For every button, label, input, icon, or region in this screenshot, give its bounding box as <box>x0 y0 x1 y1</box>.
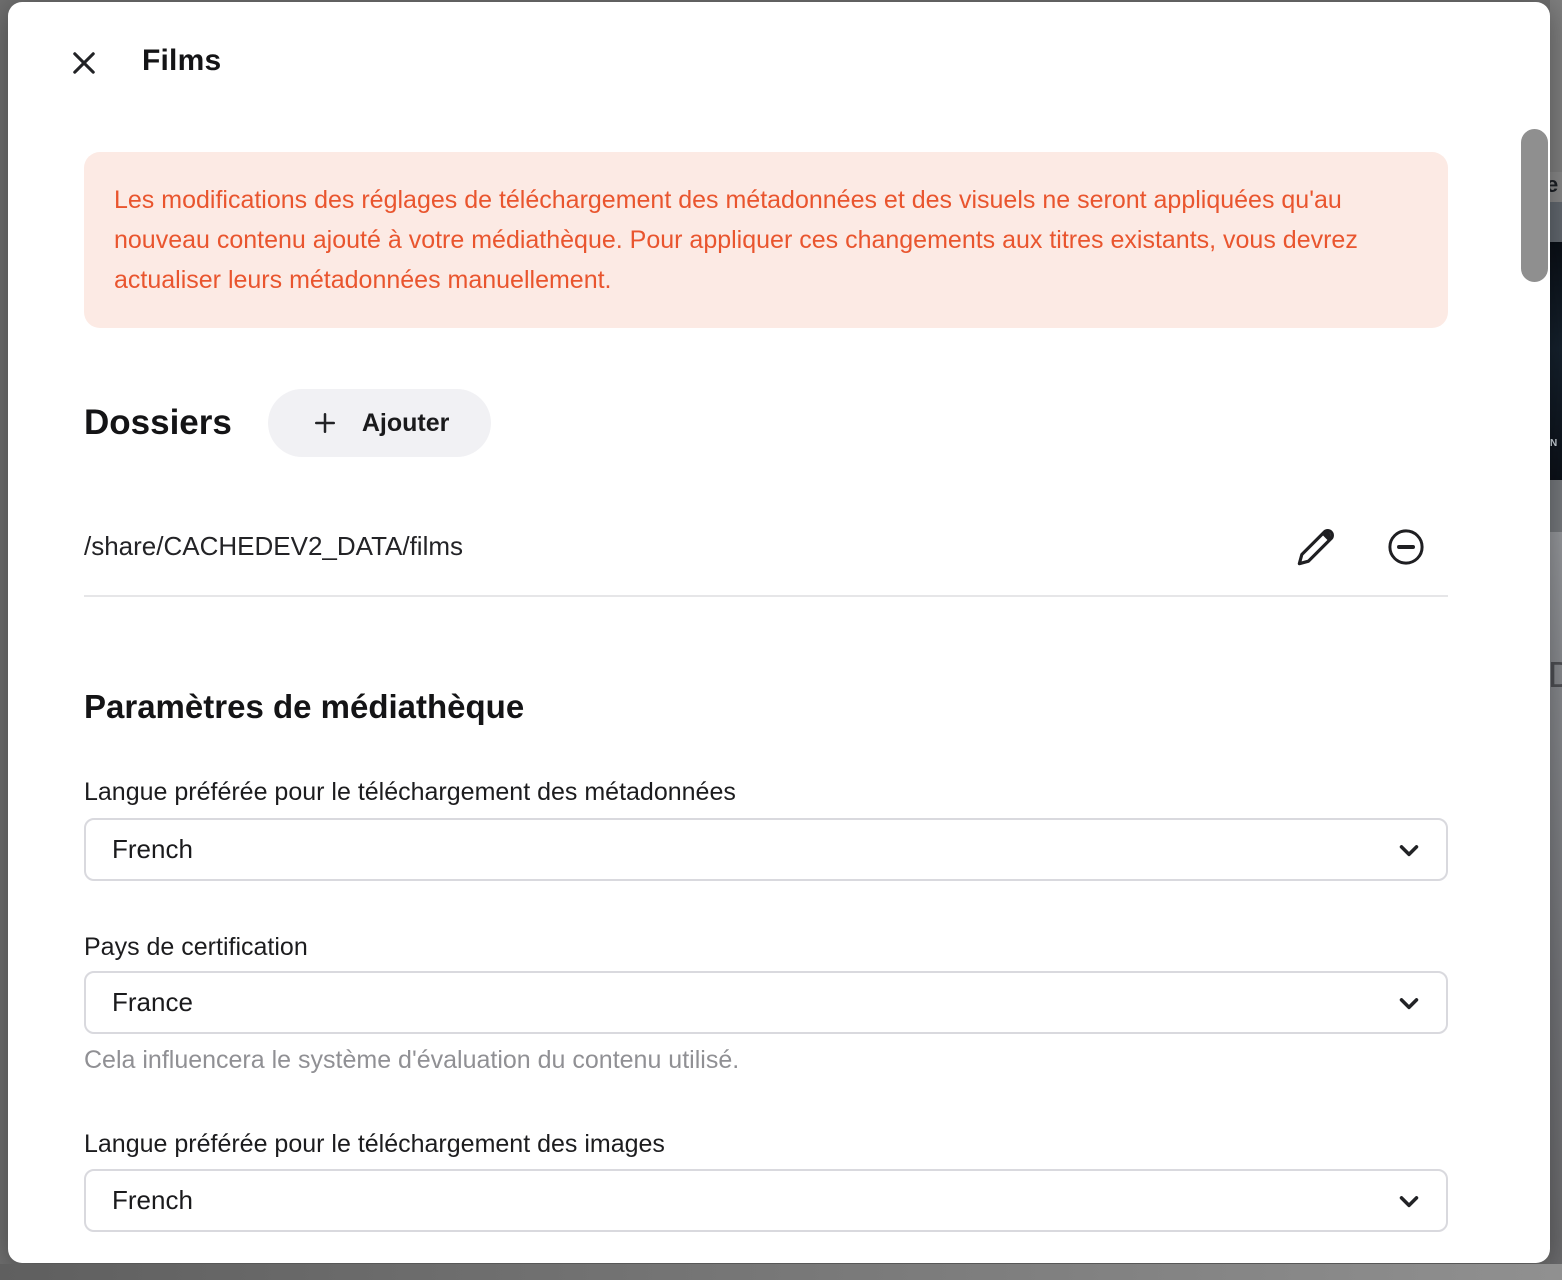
folder-path: /share/CACHEDEV2_DATA/films <box>84 531 463 562</box>
background-bottom-bar <box>0 1264 1562 1280</box>
add-folder-label: Ajouter <box>362 409 450 438</box>
chevron-down-icon <box>1394 835 1424 865</box>
background-page-fragment: D <box>1550 532 1562 1264</box>
close-button[interactable] <box>66 45 102 81</box>
minus-circle-icon <box>1385 526 1427 568</box>
image-language-label: Langue préférée pour le téléchargement d… <box>84 1130 665 1159</box>
add-folder-button[interactable]: Ajouter <box>268 389 492 457</box>
background-letter-fragment: D <box>1550 654 1562 696</box>
image-language-value: French <box>112 1185 193 1216</box>
background-segment <box>1550 202 1562 242</box>
certification-country-select[interactable]: France <box>84 971 1448 1034</box>
background-logo-fragment: e <box>1550 172 1562 202</box>
certification-country-help: Cela influencera le système d'évaluation… <box>84 1046 739 1075</box>
certification-country-value: France <box>112 987 193 1018</box>
metadata-language-select[interactable]: French <box>84 818 1448 881</box>
warning-banner: Les modifications des réglages de téléch… <box>84 152 1448 328</box>
background-poster-fragment: N <box>1550 242 1562 480</box>
close-icon <box>67 46 101 80</box>
pencil-icon <box>1296 527 1336 567</box>
library-settings-modal: Films Les modifications des réglages de … <box>8 2 1550 1263</box>
chevron-down-icon <box>1394 1186 1424 1216</box>
image-language-select[interactable]: French <box>84 1169 1448 1232</box>
folders-section-header: Dossiers Ajouter <box>84 389 491 457</box>
background-segment <box>1550 0 1562 172</box>
modal-title: Films <box>142 44 221 78</box>
background-app-strip: e N D <box>1550 0 1562 1280</box>
folders-heading: Dossiers <box>84 403 232 443</box>
metadata-language-label: Langue préférée pour le téléchargement d… <box>84 778 736 807</box>
background-segment <box>1550 480 1562 532</box>
edit-folder-button[interactable] <box>1294 525 1338 569</box>
warning-text: Les modifications des réglages de téléch… <box>114 186 1358 294</box>
certification-country-label: Pays de certification <box>84 933 308 962</box>
chevron-down-icon <box>1394 988 1424 1018</box>
folder-row: /share/CACHEDEV2_DATA/films <box>84 498 1448 597</box>
plus-icon <box>310 408 340 438</box>
remove-folder-button[interactable] <box>1384 525 1428 569</box>
folder-actions <box>1294 525 1448 569</box>
scrollbar-thumb[interactable] <box>1521 129 1548 282</box>
metadata-language-value: French <box>112 834 193 865</box>
library-settings-heading: Paramètres de médiathèque <box>84 688 524 726</box>
